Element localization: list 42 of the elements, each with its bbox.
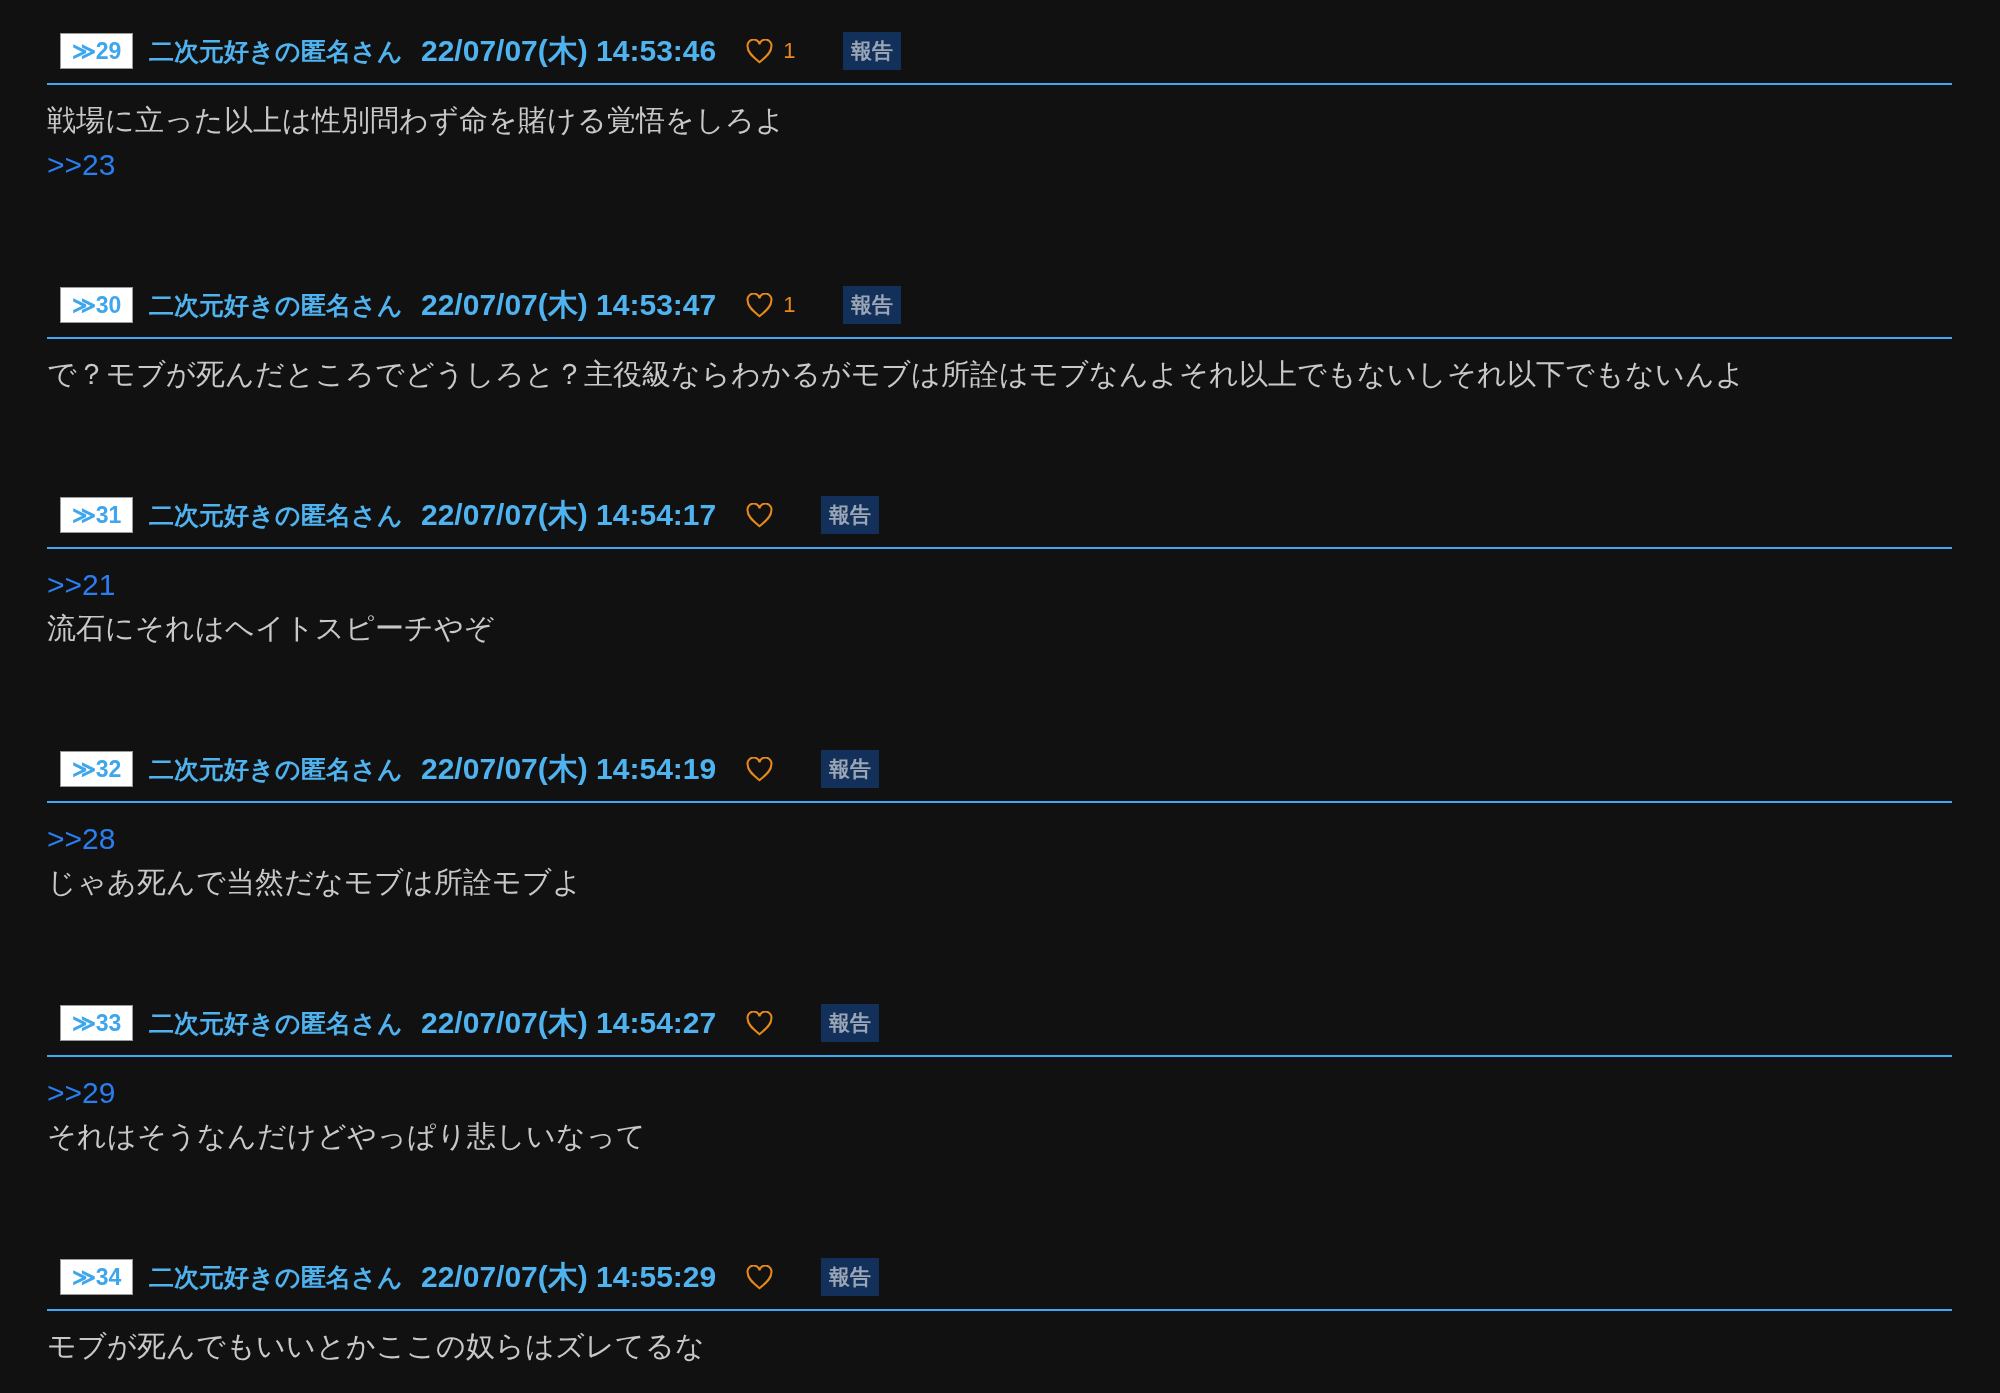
heart-icon[interactable]: [746, 756, 774, 782]
heart-icon[interactable]: [746, 502, 774, 528]
post-text: で？モブが死んだところでどうしろと？主役級ならわかるがモブは所詮はモブなんよそれ以上でもないしそれ以下でもないんよ: [47, 357, 1745, 393]
post-text: それはそうなんだけどやっぱり悲しいなって: [47, 1119, 646, 1155]
post-text: 戦場に立った以上は性別問わず命を賭ける覚悟をしろよ: [47, 103, 785, 139]
reply-anchor-link[interactable]: >>21: [47, 563, 116, 607]
like-count: 1: [783, 292, 796, 318]
report-button[interactable]: 報告: [821, 750, 880, 788]
heart-icon[interactable]: [746, 1010, 774, 1036]
like-count: 1: [783, 38, 796, 64]
heart-icon[interactable]: [746, 292, 774, 318]
post-number-link[interactable]: ≫34: [60, 1259, 133, 1295]
post-date: 22/07/07(木) 14:54:27: [421, 1004, 717, 1041]
post-text: 流石にそれはヘイトスピーチやぞ: [47, 611, 494, 647]
poster-name: 二次元好きの匿名さん: [149, 289, 403, 322]
post-number-link[interactable]: ≫33: [60, 1005, 133, 1041]
heart-icon[interactable]: [746, 38, 774, 64]
post-number-link[interactable]: ≫31: [60, 497, 133, 533]
post-number-link[interactable]: ≫30: [60, 287, 133, 323]
post-date: 22/07/07(木) 14:53:46: [421, 32, 717, 69]
heart-icon[interactable]: [746, 1264, 774, 1290]
poster-name: 二次元好きの匿名さん: [149, 1261, 403, 1294]
report-button[interactable]: 報告: [843, 286, 902, 324]
reply-anchor-link[interactable]: >>29: [47, 1071, 116, 1115]
post-date: 22/07/07(木) 14:54:19: [421, 750, 717, 787]
reply-anchor-link[interactable]: >>28: [47, 817, 116, 861]
post-text: じゃあ死んで当然だなモブは所詮モブよ: [47, 865, 582, 901]
post-text: モブが死んでもいいとかここの奴らはズレてるな: [47, 1329, 705, 1365]
report-button[interactable]: 報告: [843, 32, 902, 70]
reply-anchor-link[interactable]: >>23: [47, 143, 116, 187]
poster-name: 二次元好きの匿名さん: [149, 1007, 403, 1040]
report-button[interactable]: 報告: [821, 496, 880, 534]
post-number-link[interactable]: ≫29: [60, 33, 133, 69]
poster-name: 二次元好きの匿名さん: [149, 35, 403, 68]
post-date: 22/07/07(木) 14:54:17: [421, 496, 717, 533]
report-button[interactable]: 報告: [821, 1258, 880, 1296]
poster-name: 二次元好きの匿名さん: [149, 753, 403, 786]
post-date: 22/07/07(木) 14:53:47: [421, 286, 717, 323]
report-button[interactable]: 報告: [821, 1004, 880, 1042]
post-number-link[interactable]: ≫32: [60, 751, 133, 787]
poster-name: 二次元好きの匿名さん: [149, 499, 403, 532]
post-date: 22/07/07(木) 14:55:29: [421, 1258, 717, 1295]
